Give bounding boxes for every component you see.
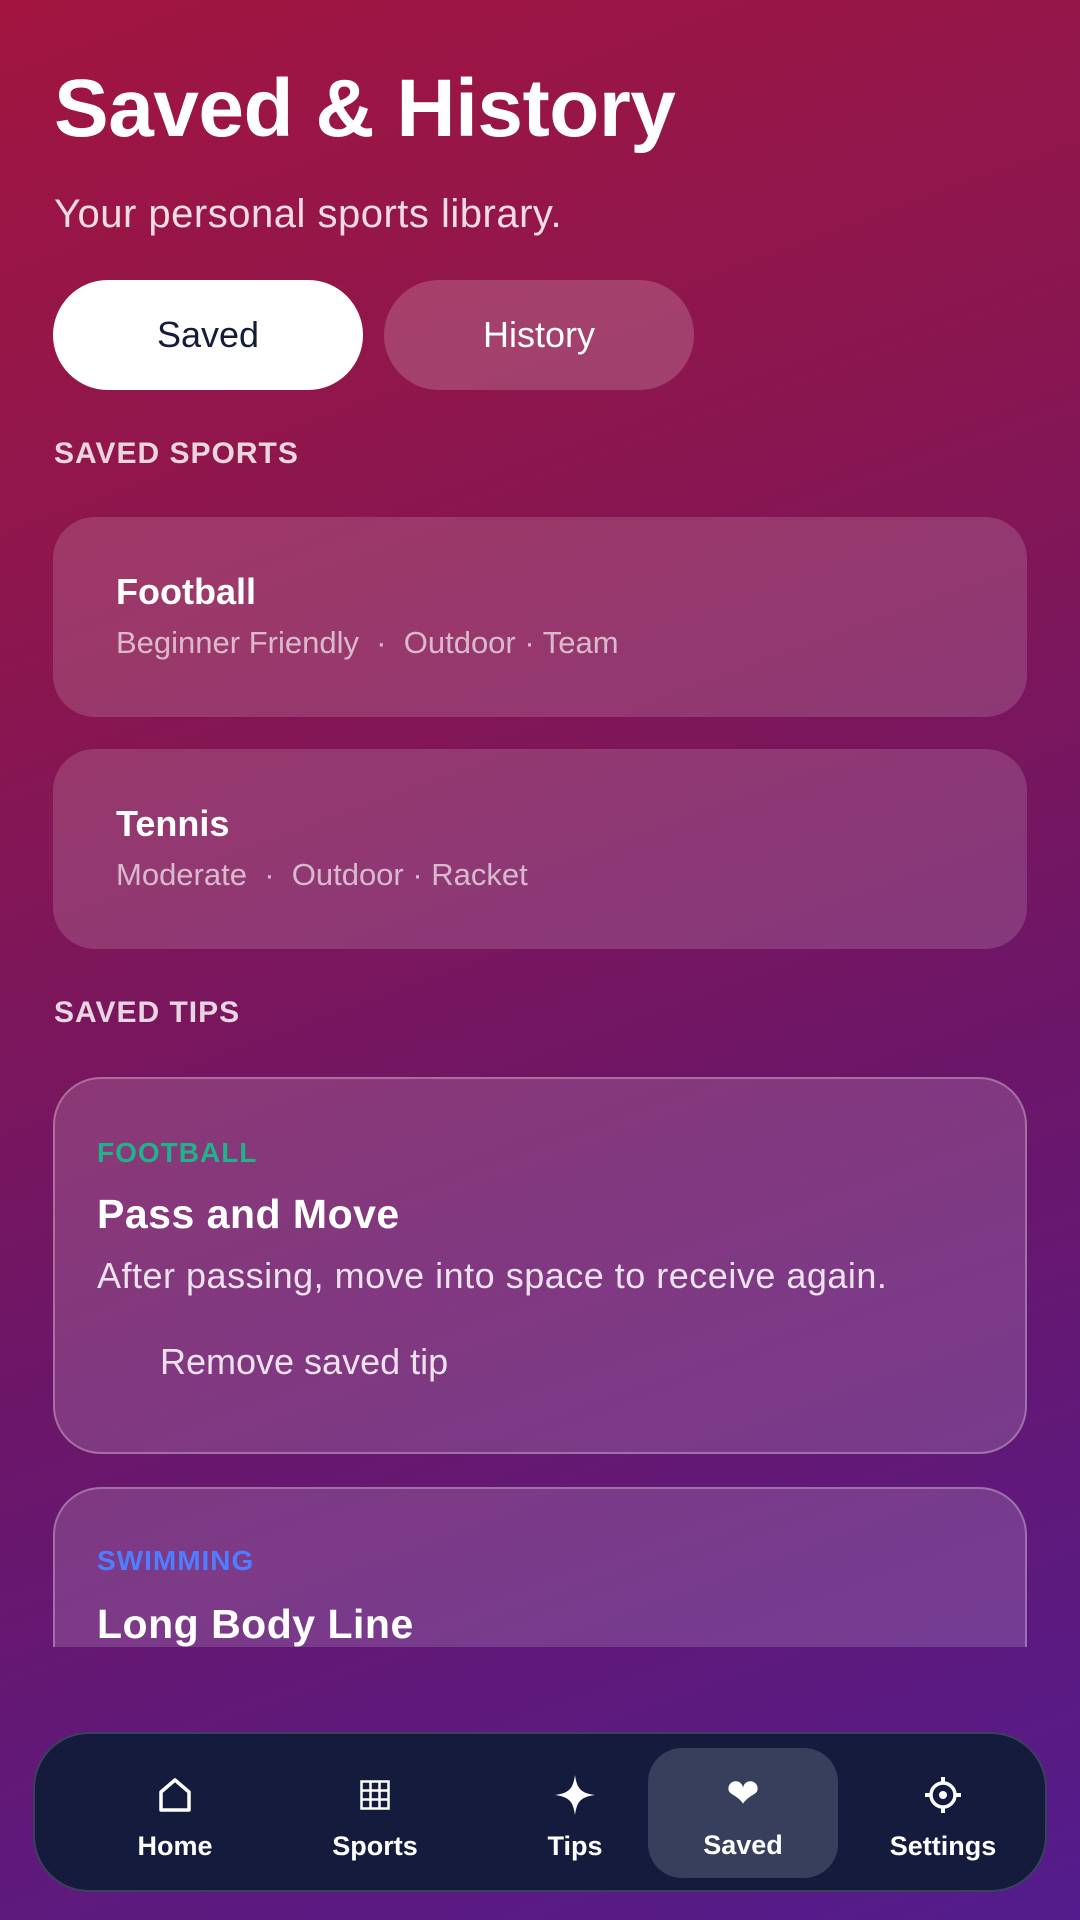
scroll-content[interactable]: Saved & History Your personal sports lib… xyxy=(0,0,1080,1647)
home-icon xyxy=(157,1767,193,1823)
nav-label: Sports xyxy=(332,1830,418,1861)
tip-sport-label: FOOTBALL xyxy=(97,1137,258,1168)
sport-meta: Moderate · Outdoor · Racket xyxy=(116,857,528,892)
tip-title: Pass and Move xyxy=(97,1191,400,1237)
tab-history[interactable]: History xyxy=(384,280,694,390)
sport-card-tennis[interactable]: Tennis Moderate · Outdoor · Racket xyxy=(53,749,1027,949)
section-label-saved-sports: SAVED SPORTS xyxy=(54,437,299,470)
heart-icon: ❤ xyxy=(726,1771,760,1816)
sport-name: Tennis xyxy=(116,803,230,844)
tip-body: After passing, move into space to receiv… xyxy=(97,1255,888,1296)
nav-label: Home xyxy=(137,1830,213,1861)
remove-saved-tip-button[interactable]: Remove saved tip xyxy=(160,1341,448,1383)
nav-item-saved[interactable]: ❤ Saved xyxy=(648,1748,838,1878)
sport-name: Football xyxy=(116,571,256,612)
nav-item-home[interactable]: Home xyxy=(80,1734,270,1894)
nav-item-tips[interactable]: Tips xyxy=(480,1734,670,1894)
bottom-nav: Home Sports Tips ❤ Saved Settings xyxy=(33,1732,1047,1892)
grid-icon xyxy=(360,1767,390,1823)
sport-meta: Beginner Friendly · Outdoor · Team xyxy=(116,625,619,660)
section-label-saved-tips: SAVED TIPS xyxy=(54,996,241,1029)
tip-card-long-body-line: SWIMMING Long Body Line xyxy=(53,1487,1027,1647)
nav-item-settings[interactable]: Settings xyxy=(848,1734,1038,1894)
nav-label: Settings xyxy=(889,1830,997,1861)
tip-sport-label: SWIMMING xyxy=(97,1545,255,1576)
tab-saved[interactable]: Saved xyxy=(53,280,363,390)
nav-label: Tips xyxy=(547,1830,603,1861)
gear-icon xyxy=(923,1767,963,1823)
page-title: Saved & History xyxy=(54,63,676,154)
tip-card-pass-and-move: FOOTBALL Pass and Move After passing, mo… xyxy=(53,1077,1027,1454)
nav-label: Saved xyxy=(703,1829,783,1860)
sport-card-football[interactable]: Football Beginner Friendly · Outdoor · T… xyxy=(53,517,1027,717)
sparkle-icon xyxy=(555,1767,595,1823)
nav-item-sports[interactable]: Sports xyxy=(280,1734,470,1894)
page-subtitle: Your personal sports library. xyxy=(54,192,563,236)
tip-title: Long Body Line xyxy=(97,1601,414,1647)
